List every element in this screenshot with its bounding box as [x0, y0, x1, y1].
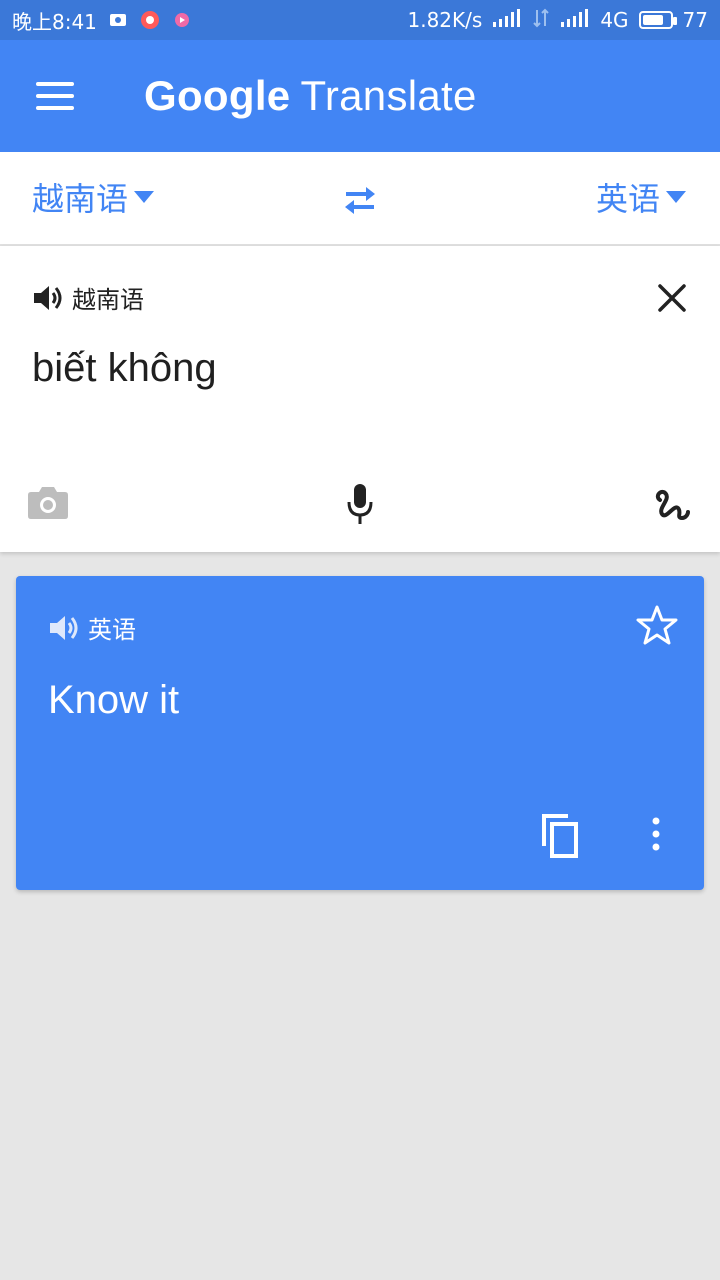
battery-fill: [642, 15, 663, 25]
app-title: Google Translate: [144, 75, 477, 117]
status-time: 晚上8:41: [12, 9, 97, 34]
battery-level: 77: [682, 8, 708, 32]
notification-photo-icon: [107, 9, 129, 31]
data-arrows-icon: [532, 8, 550, 33]
language-bar: 越南语 英语: [0, 152, 720, 246]
menu-line: [36, 82, 74, 86]
target-language-label: 英语: [595, 180, 660, 218]
translated-text: Know it: [48, 678, 180, 722]
source-language-selector[interactable]: 越南语: [32, 174, 155, 220]
microphone-icon[interactable]: [344, 482, 376, 526]
source-text[interactable]: biết không: [32, 346, 217, 391]
handwriting-icon[interactable]: [652, 484, 690, 522]
signal-icon: [492, 8, 522, 33]
more-vert-icon[interactable]: [648, 816, 664, 852]
speaker-icon[interactable]: [48, 613, 80, 643]
star-icon[interactable]: [636, 604, 678, 646]
app-title-translate: Translate: [300, 72, 477, 119]
notification-video-icon: [171, 9, 193, 31]
copy-icon[interactable]: [538, 812, 582, 860]
result-language-header: 英语: [48, 610, 136, 645]
notification-music-icon: [139, 9, 161, 31]
dropdown-arrow-icon: [666, 191, 686, 203]
menu-line: [36, 94, 74, 98]
signal-icon-2: [560, 8, 590, 33]
network-type: 4G: [600, 8, 629, 32]
input-language-label: 越南语: [72, 286, 144, 314]
menu-icon[interactable]: [36, 82, 74, 110]
target-language-selector[interactable]: 英语: [596, 174, 686, 220]
input-language-header: 越南语: [32, 280, 144, 315]
battery-icon: [638, 11, 677, 29]
camera-icon[interactable]: [27, 484, 69, 520]
status-bar: 晚上8:41 1.82K/s 4G 77: [0, 0, 720, 40]
app-title-google: Google: [144, 72, 291, 119]
status-left: 晚上8:41: [12, 6, 193, 35]
swap-icon[interactable]: [340, 180, 380, 220]
close-icon[interactable]: [656, 282, 688, 314]
speaker-icon[interactable]: [32, 283, 64, 313]
status-right: 1.82K/s 4G 77: [408, 8, 709, 33]
network-speed: 1.82K/s: [407, 8, 483, 32]
result-card[interactable]: 英语 Know it: [16, 576, 704, 890]
app-bar: Google Translate: [0, 40, 720, 152]
menu-line: [36, 106, 74, 110]
input-card: 越南语 biết không: [0, 246, 720, 552]
dropdown-arrow-icon: [134, 191, 155, 203]
result-language-label: 英语: [88, 616, 136, 644]
source-language-label: 越南语: [32, 180, 129, 218]
